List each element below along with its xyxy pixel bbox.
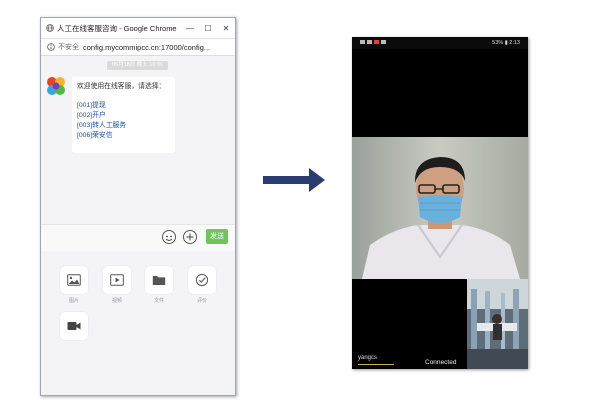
remote-video-feed (352, 137, 528, 279)
phone-video-call: 53% ▮ 2:13 yangcs Connected (352, 37, 528, 369)
tool-video[interactable]: 视频 (103, 266, 131, 304)
smiley-icon (165, 235, 173, 241)
tool-rating[interactable]: 评价 (188, 266, 216, 304)
close-button[interactable]: ✕ (217, 24, 235, 33)
send-button[interactable]: 发送 (206, 229, 228, 244)
tool-label: 文件 (153, 298, 164, 304)
tool-image[interactable]: 图片 (60, 266, 88, 304)
menu-option[interactable]: [001]提现 (77, 101, 170, 111)
minimize-button[interactable]: — (181, 24, 199, 33)
timestamp: 06月18日 晚上 10:06 (107, 61, 169, 70)
globe-icon (46, 24, 54, 32)
caller-underline (358, 364, 394, 365)
tool-label: 视频 (111, 298, 122, 304)
agent-avatar (47, 77, 65, 95)
tool-file[interactable]: 文件 (145, 266, 173, 304)
menu-option[interactable]: [003]转人工服务 (77, 121, 170, 131)
status-right: 53% ▮ 2:13 (492, 40, 520, 46)
battery-icon: ▮ (504, 40, 508, 46)
chat-panel: 06月18日 晚上 10:06 欢迎使用在线客服，请选择： [001]提现 [0… (41, 56, 235, 395)
tool-video-call[interactable] (60, 312, 88, 340)
address-bar[interactable]: 不安全 config.mycommipcc.cn:17000/config... (41, 39, 235, 56)
welcome-message: 欢迎使用在线客服，请选择： [001]提现 [002]开户 [003]转人工服务… (72, 77, 175, 153)
video-call-icon (67, 322, 81, 330)
battery-level: 53% (492, 40, 504, 46)
emoji-button[interactable] (162, 230, 176, 244)
rating-icon (195, 273, 209, 287)
caller-name: yangcs (358, 355, 378, 361)
notification-icon (360, 40, 365, 44)
plus-icon (186, 233, 194, 241)
greeting-text: 欢迎使用在线客服，请选择： (77, 83, 166, 90)
notification-icon (367, 40, 372, 44)
info-icon[interactable] (47, 43, 55, 51)
security-label[interactable]: 不安全 (58, 42, 79, 52)
notification-icon (374, 40, 379, 44)
chrome-window: 人工在线客服咨询 - Google Chrome — ☐ ✕ 不安全 confi… (40, 17, 236, 396)
menu-option[interactable]: [002]开户 (77, 111, 170, 121)
clock: 2:13 (509, 40, 520, 46)
notification-icons (360, 40, 388, 46)
local-video-preview (467, 279, 528, 369)
video-file-icon (110, 274, 124, 286)
message-input-row[interactable]: 发送 (41, 224, 235, 251)
folder-icon (152, 276, 166, 285)
menu-option[interactable]: [006]荣安信 (77, 131, 170, 141)
phone-status-bar: 53% ▮ 2:13 (352, 37, 528, 49)
arrow-right-icon (263, 168, 325, 192)
maximize-button[interactable]: ☐ (199, 24, 217, 33)
tool-label: 图片 (68, 298, 79, 304)
title-bar: 人工在线客服咨询 - Google Chrome — ☐ ✕ (41, 18, 235, 39)
url-text[interactable]: config.mycommipcc.cn:17000/config... (83, 43, 210, 52)
notification-icon (381, 40, 386, 44)
plus-button[interactable] (183, 230, 197, 244)
image-icon (67, 274, 81, 286)
tool-label: 评价 (196, 298, 207, 304)
window-title: 人工在线客服咨询 - Google Chrome (57, 23, 177, 33)
connection-status: Connected (425, 359, 457, 366)
